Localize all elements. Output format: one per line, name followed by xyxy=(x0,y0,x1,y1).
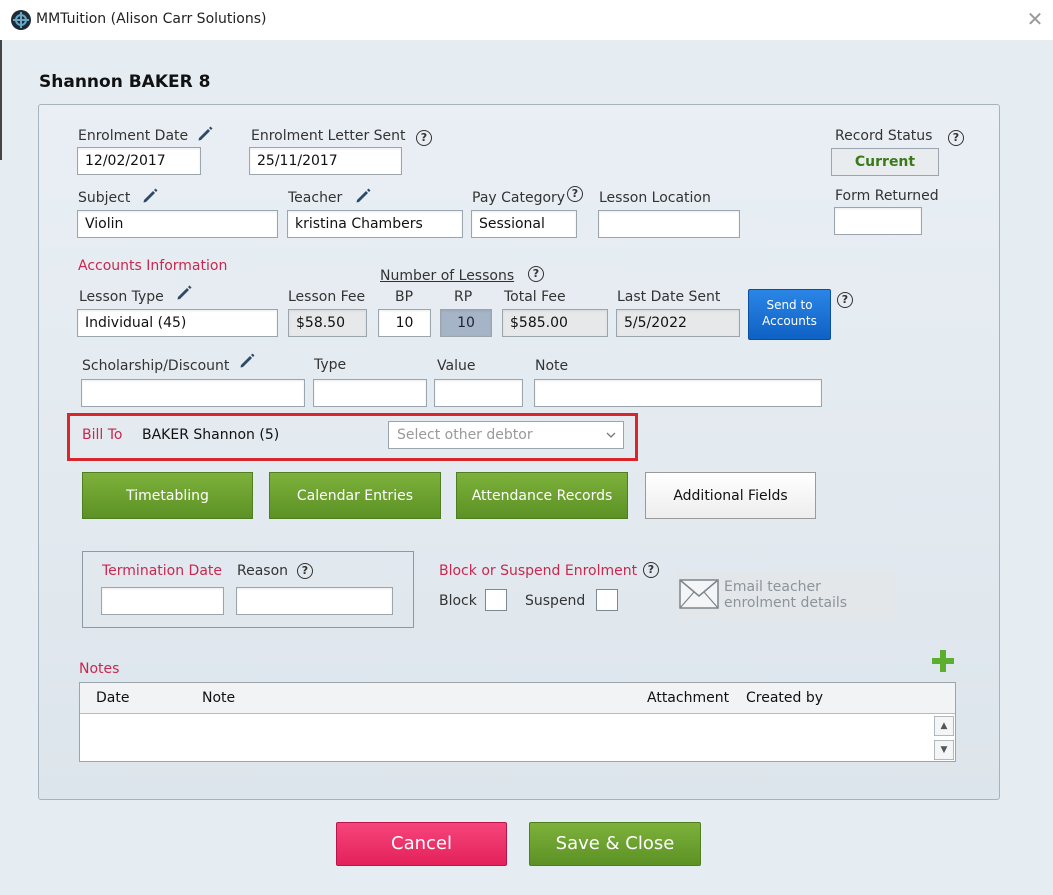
notes-column-header[interactable]: Attachment xyxy=(647,690,729,706)
record-status-badge[interactable]: Current xyxy=(831,148,939,176)
pay-category-field[interactable]: Sessional xyxy=(471,210,577,238)
discount-value-field[interactable] xyxy=(434,379,523,407)
lesson-type-field[interactable]: Individual (45) xyxy=(77,309,278,337)
add-note-plus-icon[interactable] xyxy=(932,650,954,672)
lesson-fee-field: $58.50 xyxy=(288,309,367,337)
cancel-button[interactable]: Cancel xyxy=(336,822,507,866)
block-checkbox[interactable] xyxy=(485,589,507,611)
enrolment-date-label: Enrolment Date xyxy=(78,128,189,144)
select-placeholder: Select other debtor xyxy=(397,427,533,443)
suspend-checkbox[interactable] xyxy=(596,589,618,611)
notes-header-row: Date Note Attachment Created by xyxy=(80,683,955,714)
bill-to-label: Bill To xyxy=(82,427,123,443)
edit-pencil-icon[interactable] xyxy=(238,352,256,370)
send-to-accounts-button[interactable]: Send to Accounts xyxy=(748,289,831,340)
chevron-down-icon xyxy=(606,432,616,438)
help-icon[interactable]: ? xyxy=(643,562,659,578)
block-label: Block xyxy=(439,593,477,609)
subject-field[interactable]: Violin xyxy=(77,210,278,238)
total-fee-label: Total Fee xyxy=(504,289,566,305)
rp-field[interactable]: 10 xyxy=(440,309,492,337)
scroll-up-icon[interactable]: ▲ xyxy=(934,716,954,736)
notes-column-header[interactable]: Note xyxy=(202,690,235,706)
discount-type-label: Type xyxy=(314,357,347,373)
suspend-label: Suspend xyxy=(525,593,586,609)
additional-fields-button[interactable]: Additional Fields xyxy=(645,472,816,519)
accounts-section-label: Accounts Information xyxy=(78,258,228,274)
student-name: Shannon BAKER 8 xyxy=(39,72,211,92)
discount-note-field[interactable] xyxy=(534,379,822,407)
bp-label: BP xyxy=(395,289,414,305)
record-status-label: Record Status xyxy=(835,128,933,144)
app-logo-icon xyxy=(11,10,31,30)
calendar-entries-button[interactable]: Calendar Entries xyxy=(269,472,441,519)
form-returned-label: Form Returned xyxy=(835,188,939,204)
email-teacher-label: Email teacher enrolment details xyxy=(724,579,848,611)
discount-type-field[interactable] xyxy=(313,379,427,407)
subject-label: Subject xyxy=(78,190,131,206)
help-icon[interactable]: ? xyxy=(837,292,853,308)
lesson-location-field[interactable] xyxy=(598,210,740,238)
letter-sent-field[interactable]: 25/11/2017 xyxy=(249,147,402,175)
help-icon[interactable]: ? xyxy=(528,266,544,282)
discount-note-label: Note xyxy=(535,358,569,374)
help-icon[interactable]: ? xyxy=(567,186,583,202)
edit-pencil-icon[interactable] xyxy=(141,187,159,205)
edit-pencil-icon[interactable] xyxy=(354,187,372,205)
scroll-down-icon[interactable]: ▼ xyxy=(934,740,954,760)
notes-table: Date Note Attachment Created by ▲ ▼ xyxy=(79,682,956,762)
email-teacher-button[interactable]: Email teacher enrolment details xyxy=(677,571,895,617)
edit-pencil-icon[interactable] xyxy=(175,284,193,302)
teacher-field[interactable]: kristina Chambers xyxy=(287,210,463,238)
help-icon[interactable]: ? xyxy=(948,130,964,146)
envelope-icon xyxy=(679,579,719,609)
termination-date-field[interactable] xyxy=(101,587,224,615)
last-date-sent-label: Last Date Sent xyxy=(617,289,721,305)
bill-to-debtor: BAKER Shannon (5) xyxy=(142,427,280,443)
rp-label: RP xyxy=(454,289,473,305)
termination-date-label: Termination Date xyxy=(102,563,223,579)
last-date-sent-field: 5/5/2022 xyxy=(616,309,740,337)
lesson-location-label: Lesson Location xyxy=(599,190,711,206)
notes-column-header[interactable]: Created by xyxy=(746,690,823,706)
pay-category-label: Pay Category xyxy=(472,190,566,206)
enrolment-date-field[interactable]: 12/02/2017 xyxy=(77,147,201,175)
notes-column-header[interactable]: Date xyxy=(96,690,129,706)
teacher-label: Teacher xyxy=(288,190,343,206)
scholarship-label: Scholarship/Discount xyxy=(82,358,230,374)
form-returned-field[interactable] xyxy=(834,207,922,235)
total-fee-field: $585.00 xyxy=(502,309,608,337)
discount-value-label: Value xyxy=(437,358,476,374)
bp-field[interactable]: 10 xyxy=(378,309,431,337)
edit-pencil-icon[interactable] xyxy=(196,125,214,143)
lesson-fee-label: Lesson Fee xyxy=(288,289,366,305)
help-icon[interactable]: ? xyxy=(297,563,313,579)
help-icon[interactable]: ? xyxy=(416,130,432,146)
scholarship-field[interactable] xyxy=(81,379,305,407)
save-close-button[interactable]: Save & Close xyxy=(529,822,701,866)
select-other-debtor-dropdown[interactable]: Select other debtor xyxy=(388,421,624,449)
attendance-records-button[interactable]: Attendance Records xyxy=(456,472,628,519)
window-title: MMTuition (Alison Carr Solutions) xyxy=(36,11,267,27)
timetabling-button[interactable]: Timetabling xyxy=(82,472,253,519)
window-edge xyxy=(0,40,2,160)
close-icon[interactable]: ✕ xyxy=(1024,8,1046,30)
block-suspend-label: Block or Suspend Enrolment xyxy=(439,563,638,579)
lesson-type-label: Lesson Type xyxy=(79,289,164,305)
notes-label: Notes xyxy=(79,661,120,677)
termination-reason-field[interactable] xyxy=(236,587,393,615)
letter-sent-label: Enrolment Letter Sent xyxy=(251,128,406,144)
termination-reason-label: Reason xyxy=(237,563,289,579)
number-of-lessons-label: Number of Lessons xyxy=(380,268,515,284)
